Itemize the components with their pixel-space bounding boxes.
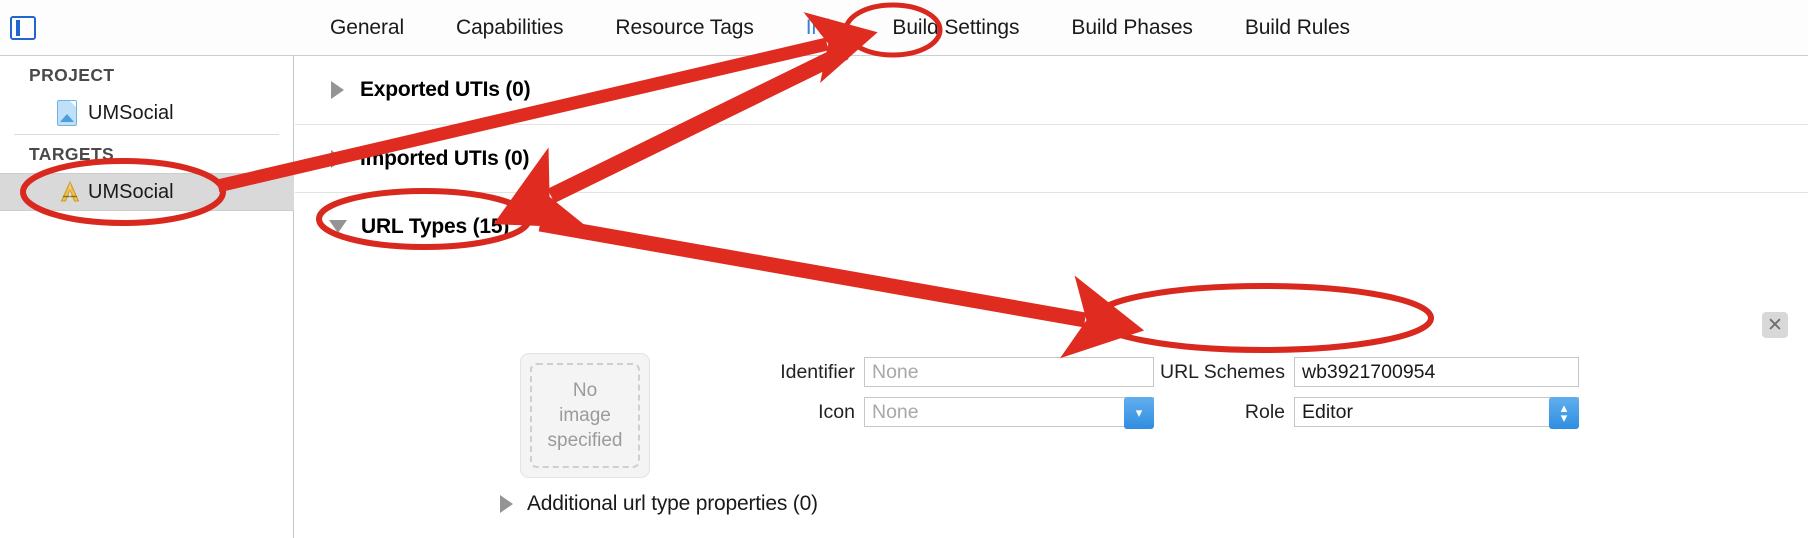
sidebar-item-label: UMSocial <box>88 180 174 203</box>
tab-info[interactable]: Info <box>806 16 841 40</box>
no-image-placeholder: No image specified <box>530 363 640 468</box>
sidebar-item-label: UMSocial <box>88 101 174 124</box>
triangle-right-icon[interactable] <box>331 81 344 99</box>
no-image-line-2: image <box>559 405 611 426</box>
identifier-input[interactable]: None <box>864 357 1154 387</box>
editor-tab-bar: General Capabilities Resource Tags Info … <box>330 0 1402 56</box>
navigator-pane-toggle-icon[interactable] <box>10 16 36 40</box>
icon-combobox[interactable]: None ▾ <box>864 397 1154 429</box>
identifier-label: Identifier <box>780 360 855 383</box>
role-combobox-value: Editor <box>1302 400 1353 423</box>
tab-build-phases[interactable]: Build Phases <box>1071 16 1192 40</box>
section-additional-url-type-properties[interactable]: Additional url type properties (0) <box>500 492 818 516</box>
stepper-up-down-icon[interactable]: ▴ ▾ <box>1549 397 1579 429</box>
role-label: Role <box>1244 400 1285 423</box>
section-title: URL Types (15) <box>361 214 510 238</box>
url-type-detail-panel: No image specified Identifier None Icon … <box>295 260 1808 538</box>
role-field-row: Role Editor ▴ ▾ <box>1125 396 1579 429</box>
no-image-line-1: No <box>572 380 598 401</box>
url-schemes-input[interactable]: wb3921700954 <box>1294 357 1579 387</box>
sidebar-item-target-umsocial[interactable]: UMSocial <box>0 173 294 211</box>
editor-toolbar: General Capabilities Resource Tags Info … <box>0 0 1808 56</box>
tab-build-settings[interactable]: Build Settings <box>892 16 1019 40</box>
triangle-right-icon[interactable] <box>331 149 344 168</box>
tab-capabilities[interactable]: Capabilities <box>456 16 563 40</box>
icon-combobox-value: None <box>872 400 919 423</box>
section-title: Exported UTIs (0) <box>360 78 531 101</box>
sidebar-divider <box>14 134 279 135</box>
targets-group-header: TARGETS <box>29 144 115 164</box>
additional-properties-label: Additional url type properties (0) <box>527 492 818 515</box>
project-navigator-sidebar: PROJECT UMSocial TARGETS UMSocial <box>0 56 294 538</box>
project-group-header: PROJECT <box>29 65 115 85</box>
section-url-types[interactable]: URL Types (15) <box>295 192 1808 260</box>
tab-general[interactable]: General <box>330 16 404 40</box>
tab-build-rules[interactable]: Build Rules <box>1245 16 1350 40</box>
triangle-down-icon[interactable] <box>329 220 347 233</box>
identifier-field-row: Identifier None <box>715 356 1154 388</box>
info-editor-content: Exported UTIs (0) Imported UTIs (0) URL … <box>295 56 1808 538</box>
chevron-down-glyph: ▾ <box>1560 410 1568 425</box>
url-type-icon-well[interactable]: No image specified <box>520 353 650 478</box>
tab-resource-tags[interactable]: Resource Tags <box>615 16 753 40</box>
section-title: Imported UTIs (0) <box>360 146 530 170</box>
role-combobox[interactable]: Editor ▴ ▾ <box>1294 397 1579 429</box>
url-schemes-label: URL Schemes <box>1160 360 1285 383</box>
xcode-app-target-icon <box>57 179 80 205</box>
icon-label: Icon <box>818 400 855 423</box>
xcode-project-document-icon <box>57 100 79 126</box>
sidebar-item-project-umsocial[interactable]: UMSocial <box>0 94 294 132</box>
section-exported-utis[interactable]: Exported UTIs (0) <box>295 56 1808 124</box>
no-image-line-3: specified <box>547 430 623 451</box>
remove-url-type-button[interactable]: ✕ <box>1762 312 1788 338</box>
icon-field-row: Icon None ▾ <box>715 396 1154 429</box>
section-imported-utis[interactable]: Imported UTIs (0) <box>295 124 1808 192</box>
triangle-right-icon[interactable] <box>500 495 513 513</box>
url-schemes-field-row: URL Schemes wb3921700954 <box>1125 356 1579 388</box>
